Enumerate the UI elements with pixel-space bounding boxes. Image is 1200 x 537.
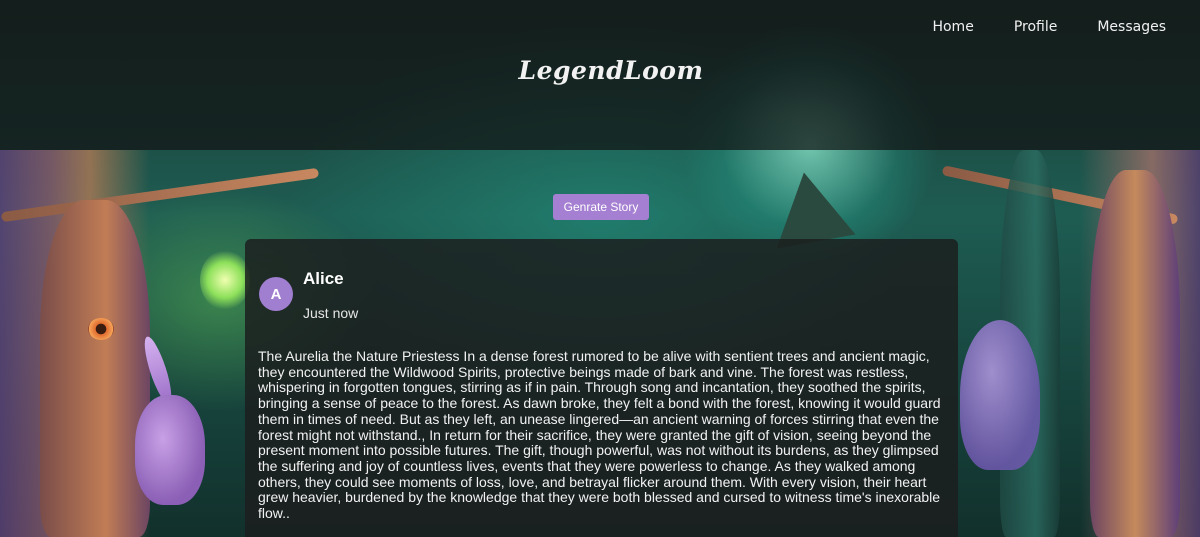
main-nav: Home Profile Messages <box>932 19 1166 35</box>
witch-hat <box>764 165 856 249</box>
site-logo[interactable]: LegendLoom <box>0 56 1200 85</box>
nav-profile-link[interactable]: Profile <box>1014 19 1058 35</box>
site-header: Home Profile Messages LegendLoom <box>0 0 1200 150</box>
rabbit-creature <box>135 395 205 505</box>
generate-story-button[interactable]: Genrate Story <box>553 194 649 220</box>
story-card: A Alice Just now The Aurelia the Nature … <box>245 239 958 537</box>
tree-trunk-left <box>40 200 150 537</box>
avatar[interactable]: A <box>259 277 293 311</box>
nav-messages-link[interactable]: Messages <box>1097 19 1166 35</box>
magic-glow <box>200 250 250 310</box>
post-timestamp: Just now <box>303 305 359 321</box>
nav-home-link[interactable]: Home <box>932 19 973 35</box>
tree-trunk-right <box>1090 170 1180 537</box>
forest-creature <box>960 320 1040 470</box>
tree-eye <box>88 318 114 340</box>
story-text: The Aurelia the Nature Priestess In a de… <box>258 348 941 522</box>
author-name[interactable]: Alice <box>303 269 344 289</box>
